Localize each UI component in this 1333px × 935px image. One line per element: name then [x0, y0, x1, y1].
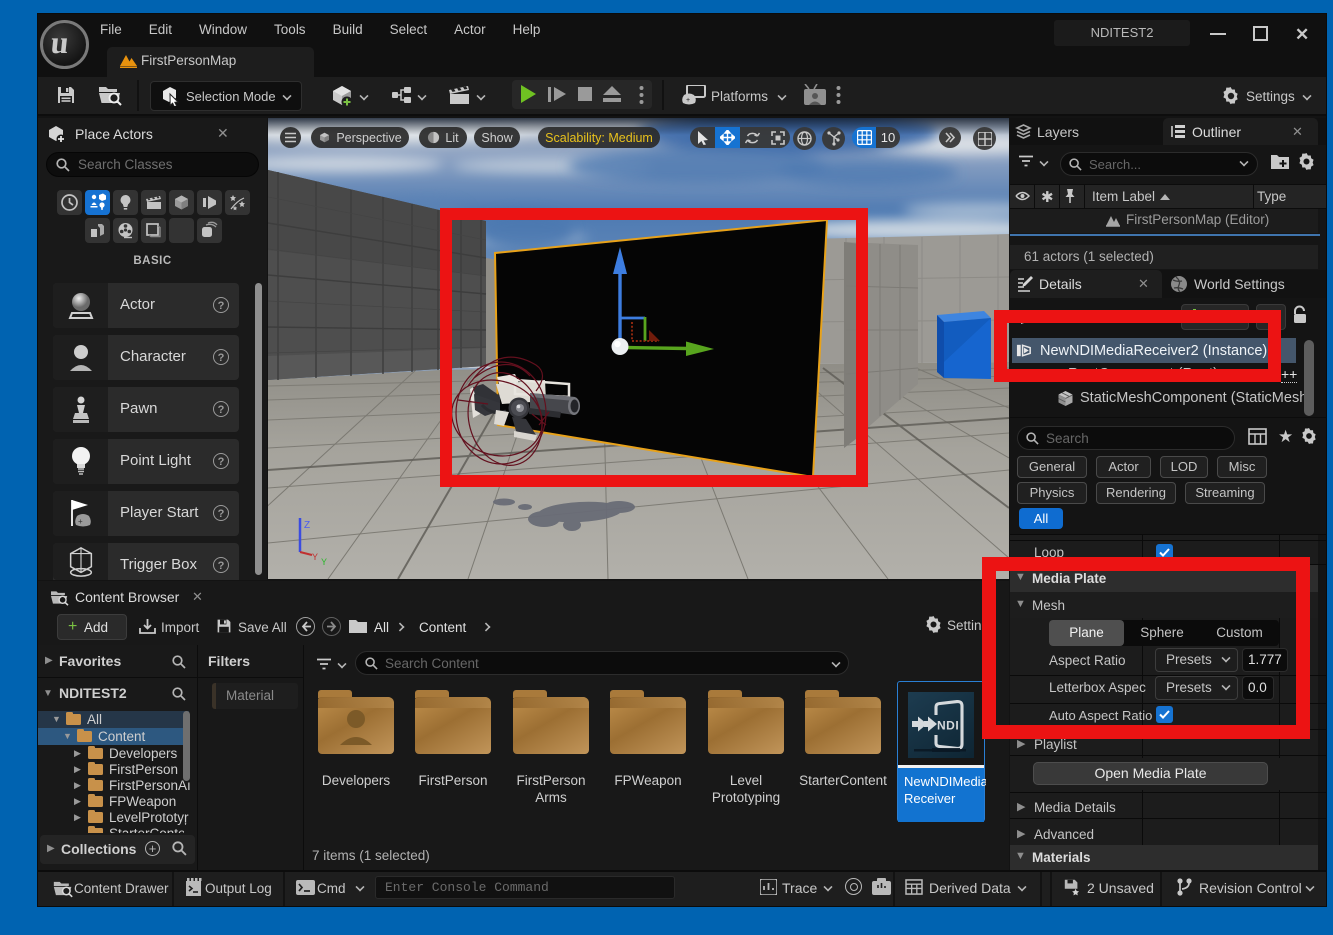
svg-text:Z: Z: [304, 520, 310, 531]
svg-text:Y: Y: [312, 552, 318, 562]
svg-text:+: +: [78, 517, 83, 526]
svg-text:Y: Y: [321, 557, 327, 567]
svg-text:NDI: NDI: [937, 719, 959, 733]
svg-text:+: +: [686, 97, 690, 104]
